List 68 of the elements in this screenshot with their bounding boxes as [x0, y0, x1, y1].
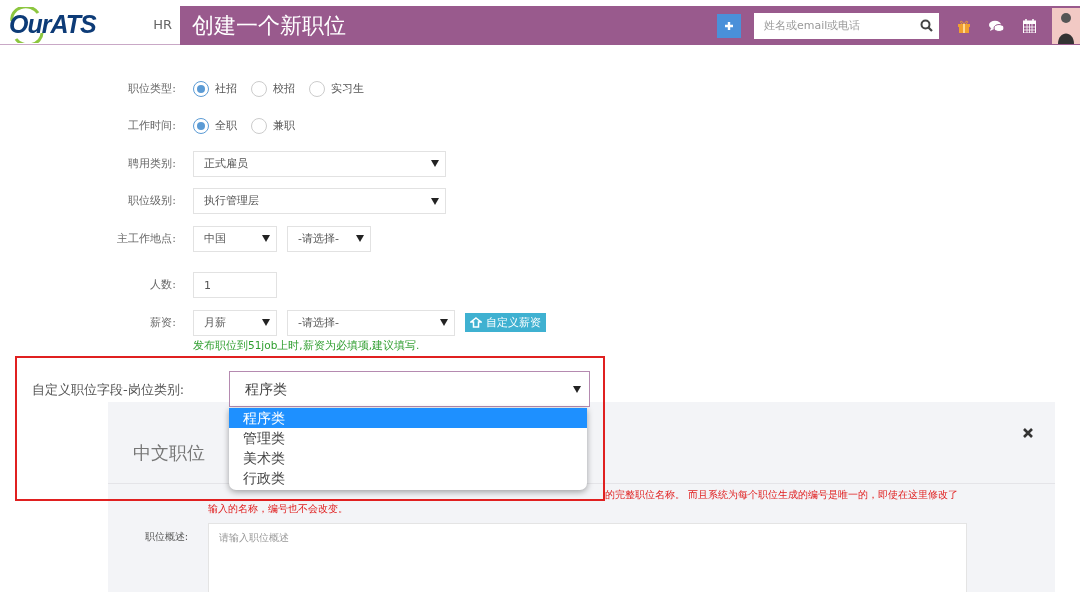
calendar-icon[interactable] [1023, 18, 1036, 33]
radio-button[interactable] [193, 118, 209, 135]
radio-label: 兼职 [273, 118, 295, 134]
radio-option[interactable]: 实习生 [309, 80, 364, 97]
caret-icon [440, 318, 448, 328]
caret-icon [573, 384, 581, 394]
caret-icon [356, 234, 364, 244]
radio-label: 全职 [215, 118, 237, 134]
dropdown-value: 正式雇员 [204, 155, 248, 172]
field-label: 自定义职位字段-岗位类别: [32, 380, 186, 399]
radio-button[interactable] [193, 80, 209, 97]
radio-option[interactable]: 兼职 [251, 118, 295, 135]
dropdown[interactable]: 程序类 [229, 371, 590, 408]
radio-label: 社招 [215, 80, 237, 97]
chat-icon[interactable] [989, 19, 1005, 32]
dropdown[interactable]: 正式雇员 [193, 150, 446, 177]
caret-icon [262, 234, 270, 244]
search-icon [920, 18, 933, 32]
caret-icon [431, 196, 439, 206]
dropdown[interactable]: 月薪 [193, 309, 277, 336]
field-label: 聘用类别: [127, 155, 176, 172]
field-label: 人数: [149, 277, 176, 293]
summary-field[interactable]: 请输入职位概述 [208, 523, 967, 593]
salary-note: 发布职位到51job上时,薪资为必填项,建议填写. [193, 337, 421, 353]
close-icon [1023, 427, 1033, 438]
dropdown[interactable]: -请选择- [287, 309, 455, 336]
field-label: 职位类型: [127, 80, 176, 97]
search-field[interactable]: 姓名或email或电话 [754, 12, 939, 39]
dropdown-value: -请选择- [298, 314, 339, 331]
radio-button[interactable] [309, 80, 325, 97]
gift-icon[interactable] [957, 18, 971, 33]
radio-button[interactable] [251, 118, 267, 135]
dropdown[interactable]: 执行管理层 [193, 188, 446, 215]
notice-text: 输入的名称，编号也不会改变。 [207, 502, 349, 517]
radio-button[interactable] [251, 80, 267, 97]
field-label: 主工作地点: [116, 230, 176, 247]
upload-icon [470, 317, 482, 329]
plus-icon [724, 20, 734, 31]
dropdown-value: 中国 [204, 230, 226, 247]
field-label: 工作时间: [127, 118, 176, 134]
add-button[interactable] [717, 13, 741, 38]
page-title: 创建一个新职位 [192, 12, 346, 40]
caret-icon [431, 159, 439, 169]
avatar[interactable] [1052, 7, 1080, 44]
section-label: HR [153, 16, 172, 35]
field-label: 职位概述: [143, 530, 188, 545]
notice-text: 的完整职位名称。 而且系统为每个职位生成的编号是唯一的，即使在这里修改了 [604, 488, 960, 503]
dropdown-value: 执行管理层 [204, 193, 259, 209]
radio-option[interactable]: 校招 [251, 80, 295, 97]
dropdown-value: 程序类 [245, 379, 287, 399]
dropdown-option[interactable]: 行政类 [229, 468, 587, 489]
dropdown[interactable]: 中国 [193, 225, 277, 252]
number-field[interactable]: 1 [193, 272, 277, 299]
radio-option[interactable]: 全职 [193, 118, 237, 135]
caret-icon [262, 318, 270, 328]
field-label: 职位级别: [127, 193, 176, 209]
dropdown[interactable]: -请选择- [287, 225, 371, 252]
logo[interactable]: OurATS [9, 6, 96, 44]
dropdown-value: -请选择- [298, 230, 339, 247]
panel-title: 中文职位 [133, 441, 205, 466]
close-button[interactable] [1023, 427, 1033, 438]
radio-label: 实习生 [331, 80, 364, 97]
radio-label: 校招 [273, 80, 295, 97]
dropdown-value: 月薪 [204, 314, 226, 331]
radio-option[interactable]: 社招 [193, 80, 237, 97]
dropdown-option[interactable]: 美术类 [229, 448, 587, 469]
dropdown-option[interactable]: 管理类 [229, 428, 587, 449]
field-label: 薪资: [149, 314, 176, 331]
